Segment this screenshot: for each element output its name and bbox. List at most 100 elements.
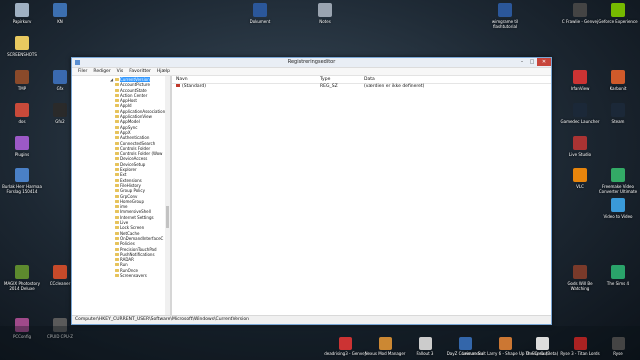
tree-item-label: RunOnce: [120, 267, 139, 273]
desktop-icon[interactable]: The Sims 4: [598, 265, 638, 286]
taskbar-shortcut[interactable]: Leisure Suit Larry 6 - Shape Up Or Slip …: [462, 337, 548, 356]
title-bar[interactable]: Registreringseditor – □ ✕: [72, 58, 551, 68]
folder-icon: [115, 141, 119, 145]
folder-icon: [115, 125, 119, 129]
taskbar-shortcut-label: Ryse: [613, 351, 623, 356]
desktop-icon-label: VLC: [576, 184, 584, 189]
tree-item-label: Controls Folder (Wow: [120, 151, 163, 157]
app-icon: [611, 168, 625, 182]
menu-view[interactable]: Vis: [115, 68, 126, 75]
desktop-icon[interactable]: TMP: [2, 70, 42, 91]
desktop-icon[interactable]: C Frawlie - Genvej: [560, 3, 600, 24]
desktop-icon-label: Gods Will Be Watching: [567, 281, 593, 291]
desktop-icon[interactable]: Gods Will Be Watching: [560, 265, 600, 291]
desktop-icon[interactable]: Karbonit: [598, 70, 638, 91]
menu-edit[interactable]: Rediger: [91, 68, 112, 75]
app-icon: [15, 103, 29, 117]
desktop-icon[interactable]: MAGIX Photostory 2014 Deluxe: [2, 265, 42, 291]
tree-scroll-thumb[interactable]: [166, 206, 169, 228]
desktop-icon[interactable]: Notes: [305, 3, 345, 24]
taskbar-shortcut[interactable]: The Crew (Beta): [522, 337, 562, 356]
folder-icon: [115, 205, 119, 209]
app-icon: [573, 70, 587, 84]
desktop-icon[interactable]: Video to Video: [598, 198, 638, 219]
folder-icon: [115, 242, 119, 246]
desktop-icon[interactable]: IrfanView: [560, 70, 600, 91]
tree-item-label: Group Policy: [120, 188, 145, 194]
app-icon: [53, 70, 67, 84]
desktop-icon[interactable]: SCREENSHOTS: [2, 36, 42, 57]
app-icon: [611, 198, 625, 212]
folder-icon: [115, 268, 119, 272]
desktop-icon-label: Gfx2: [55, 119, 65, 124]
folder-icon: [115, 93, 119, 97]
desktop-icon[interactable]: dos: [2, 103, 42, 124]
close-button[interactable]: ✕: [537, 58, 551, 66]
column-name-header[interactable]: Navn: [172, 76, 316, 83]
desktop-icon[interactable]: Plugins: [2, 136, 42, 157]
app-icon: [253, 3, 267, 17]
folder-icon: [115, 104, 119, 108]
app-icon: [573, 337, 587, 350]
desktop-icon[interactable]: Burlak Herr Harmaa Forslag 150414: [2, 168, 42, 194]
taskbar-shortcut[interactable]: Nexus Mod Manager: [365, 337, 405, 356]
column-type-header[interactable]: Type: [316, 76, 360, 83]
tree-item-label: OnDemandInterfaceC: [120, 235, 164, 241]
desktop-icon[interactable]: VLC: [560, 168, 600, 189]
maximize-button[interactable]: □: [527, 58, 537, 66]
app-icon: [338, 337, 352, 350]
desktop-icon-label: Geforce Experience: [598, 19, 638, 24]
app-icon: [15, 136, 29, 150]
app-icon: [15, 70, 29, 84]
value-data: (værdien er ikke defineret): [364, 84, 425, 89]
taskbar-shortcut[interactable]: deadrising3 - Genvej: [324, 337, 366, 356]
tree-item-label: GrpConv: [120, 193, 138, 199]
desktop-icon-label: Karbonit: [609, 86, 627, 91]
desktop-icon[interactable]: KN: [40, 3, 80, 24]
desktop-icon[interactable]: Geforce Experience: [598, 3, 638, 24]
folder-icon: [115, 183, 119, 187]
folder-icon: [115, 136, 119, 140]
desktop-icon[interactable]: Gamedec Launcher: [560, 103, 600, 124]
desktop-icon-label: KN: [57, 19, 63, 24]
app-icon: [573, 265, 587, 279]
tree-item-label: Ext: [120, 172, 127, 178]
desktop-icon[interactable]: Papirkurv: [2, 3, 42, 24]
app-icon: [15, 265, 29, 279]
tree-item-label: Authentication: [120, 135, 150, 141]
tree-item[interactable]: Screensavers: [72, 273, 170, 278]
tree-item-label: CurrentVersion: [120, 77, 150, 82]
folder-icon: [115, 226, 119, 230]
desktop-icon[interactable]: Dokument: [240, 3, 280, 24]
string-value-icon: [176, 84, 180, 87]
taskbar-shortcut-label: deadrising3 - Genvej: [324, 351, 366, 356]
desktop-icon-label: Steam: [611, 119, 625, 124]
tree-item-label: Controls Folder: [120, 145, 151, 151]
desktop-icon[interactable]: wimgrame til flashtutorial: [485, 3, 525, 29]
taskbar-shortcut[interactable]: Ryse 3 - Titan Lords: [560, 337, 600, 356]
value-row[interactable]: (Standard) REG_SZ (værdien er ikke defin…: [172, 84, 551, 90]
tree-scrollbar[interactable]: [165, 76, 170, 316]
menu-favorites[interactable]: Favoritter: [127, 68, 153, 75]
tree-item-label: Extensions: [120, 177, 142, 183]
desktop-icon-label: Plugins: [14, 152, 30, 157]
menu-help[interactable]: Hjælp: [155, 68, 172, 75]
minimize-button[interactable]: –: [517, 58, 527, 66]
app-icon: [318, 3, 332, 17]
taskbar-shortcut[interactable]: Fallout 3: [405, 337, 445, 356]
app-icon: [15, 3, 29, 17]
column-data-header[interactable]: Data: [360, 76, 551, 83]
desktop-icon-label: Dokument: [249, 19, 271, 24]
tree-item-label: PrecisionTouchPad: [120, 246, 157, 252]
app-icon: [418, 337, 432, 350]
desktop-icon[interactable]: Live Studio: [560, 136, 600, 157]
desktop-icon[interactable]: Freemake Video Converter Ultimate: [598, 168, 638, 194]
desktop-icon[interactable]: Steam: [598, 103, 638, 124]
menu-file[interactable]: Filer: [76, 68, 89, 75]
desktop-icon-label: Gfx: [56, 86, 64, 91]
taskbar-shortcut[interactable]: Ryse: [598, 337, 638, 356]
desktop-icon-label: CCcleaner: [49, 281, 71, 286]
app-icon: [378, 337, 392, 350]
desktop-icon-label: wimgrame til flashtutorial: [491, 19, 519, 29]
desktop-icon-label: Freemake Video Converter Ultimate: [598, 184, 638, 194]
